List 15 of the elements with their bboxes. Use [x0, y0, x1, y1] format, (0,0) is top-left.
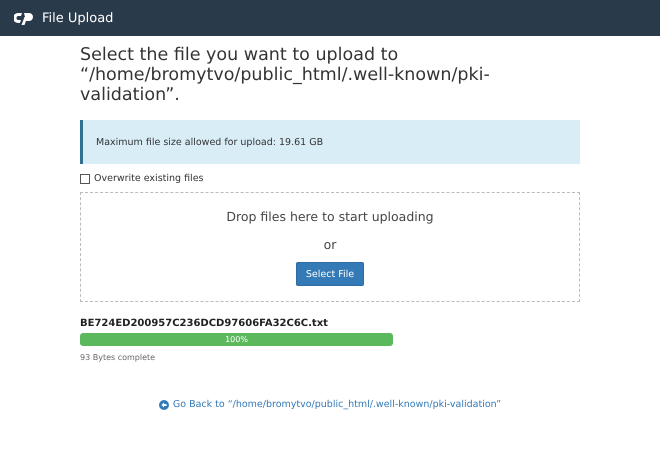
file-name: BE724ED200957C236DCD97606FA32C6C.txt	[80, 318, 329, 329]
select-file-button[interactable]: Select File	[296, 262, 364, 286]
drop-zone[interactable]: Drop files here to start uploading or Select File	[80, 192, 580, 302]
notice-panel: Maximum file size allowed for upload: 19.61 GB	[80, 120, 580, 164]
checkbox-label: Overwrite existing files	[94, 173, 204, 184]
logo-icon	[14, 11, 34, 25]
drop-prompt: Drop files here to start uploading	[226, 209, 434, 224]
go-back-link[interactable]: Go Back to “/home/bromytvo/public_html/.well-known/pki-validation”	[158, 399, 502, 410]
page-heading: Select the file you want to upload to “/home/bromytvo/public_html/.well-known/pki-validation”.	[80, 45, 491, 105]
overwrite-checkbox[interactable]	[80, 174, 90, 184]
or-text: or	[324, 237, 336, 252]
back-arrow-icon	[158, 400, 169, 410]
window-title: File Upload	[42, 10, 114, 26]
upload-status: 93 Bytes complete	[80, 353, 156, 362]
progress-fill: 100%	[80, 333, 393, 346]
